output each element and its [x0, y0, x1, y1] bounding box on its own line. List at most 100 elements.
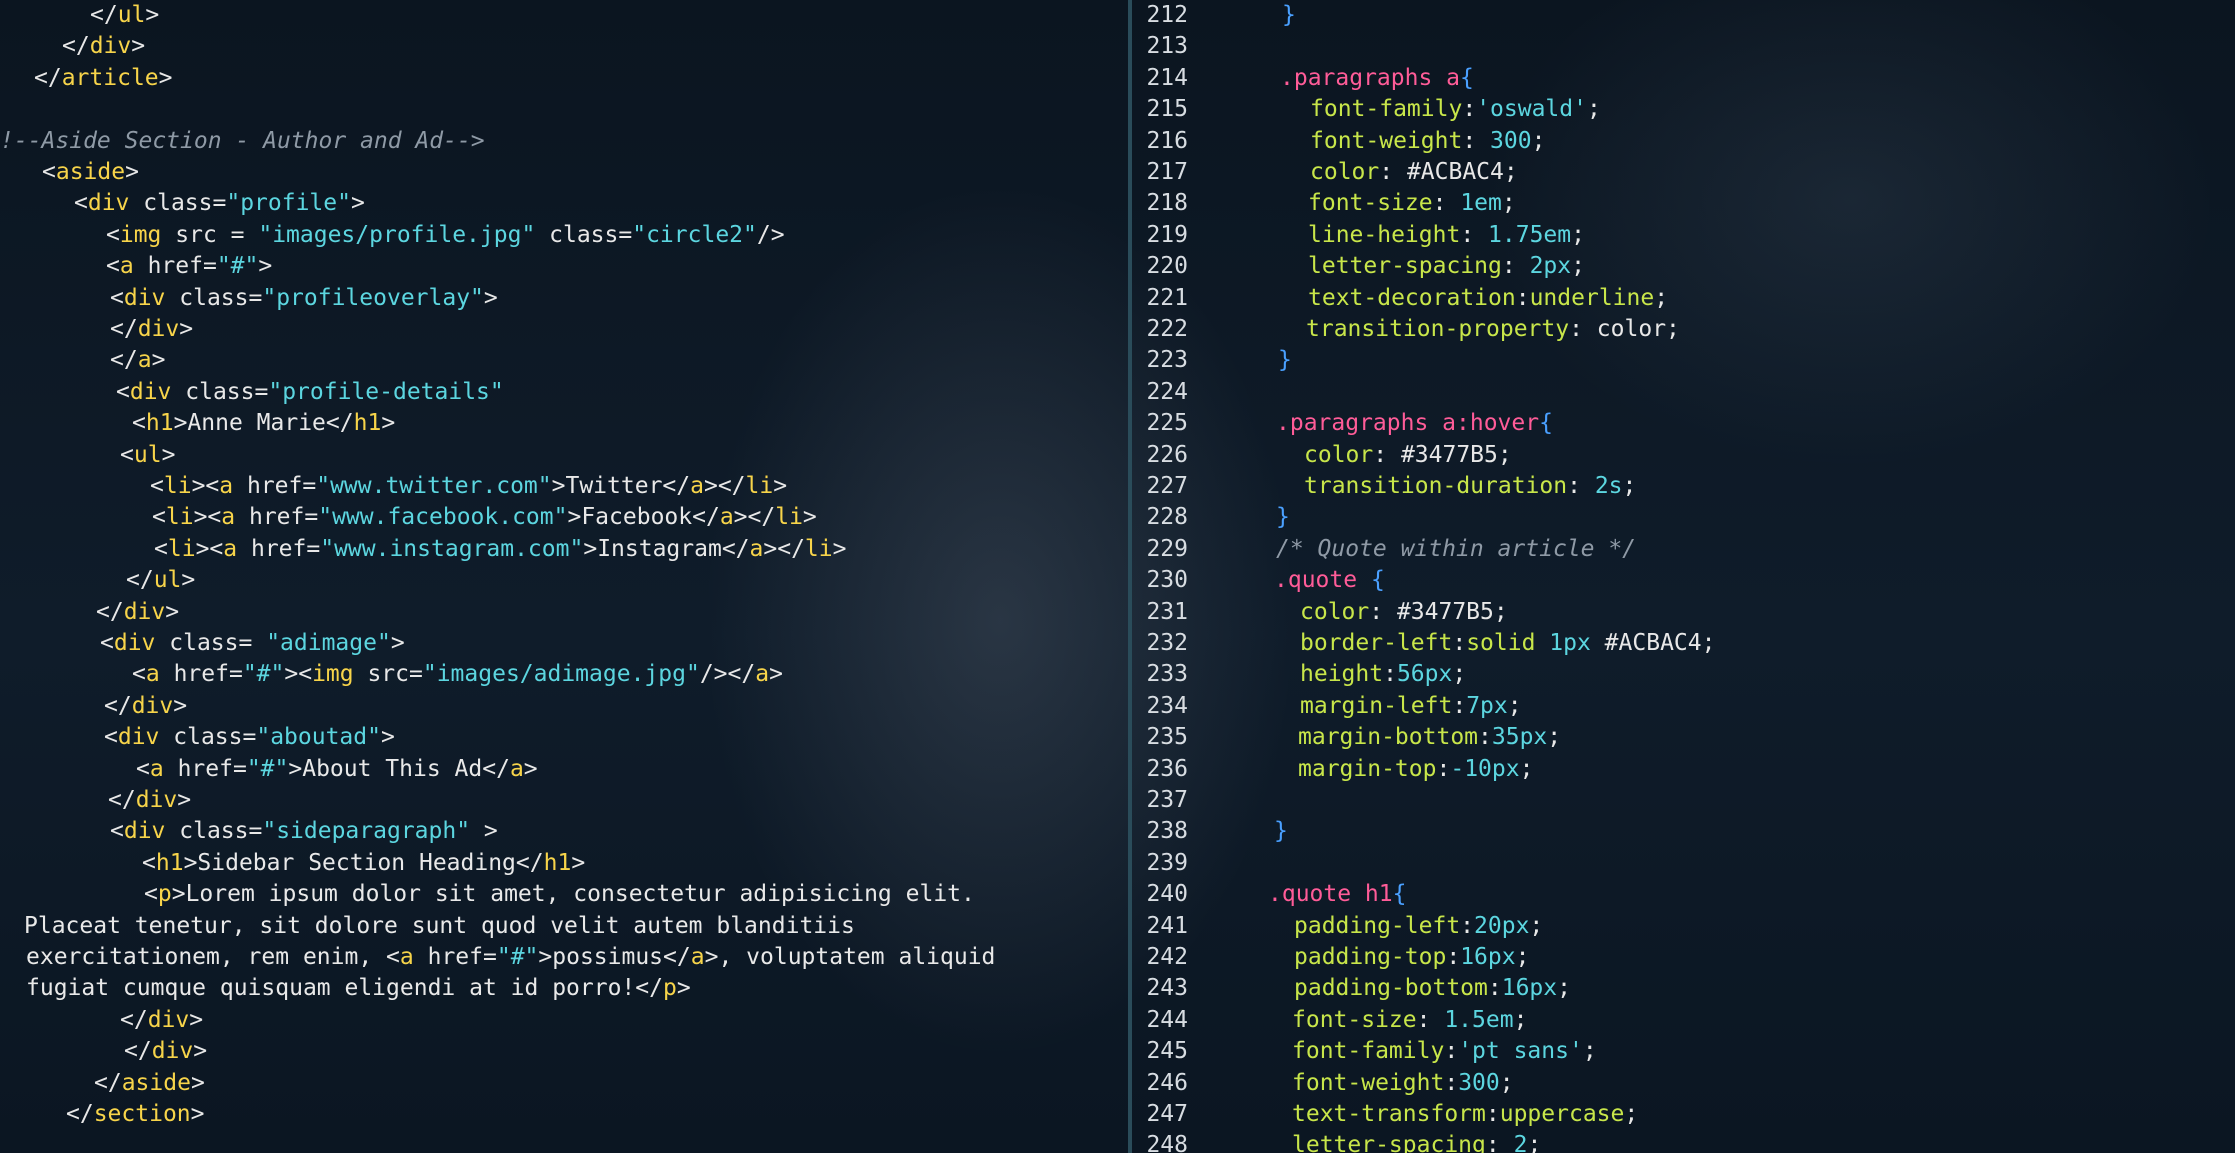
- code-line[interactable]: exercitationem, rem enim, <a href="#">po…: [0, 942, 1128, 973]
- token-tag: ><: [191, 473, 220, 499]
- code-line[interactable]: 222 transition-property: color;: [1132, 314, 2232, 345]
- code-line[interactable]: 243 padding-bottom:16px;: [1132, 973, 2232, 1004]
- code-line[interactable]: fugiat cumque quisquam eligendi at id po…: [0, 973, 1128, 1004]
- code-line[interactable]: <img src = "images/profile.jpg" class="c…: [0, 220, 1128, 251]
- html-editor-pane[interactable]: </ul> </div> </article> !--Aside Section - …: [0, 0, 1128, 1153]
- token-tag: >: [173, 692, 188, 719]
- code-line[interactable]: 233 height:56px;: [1132, 659, 2232, 690]
- line-number: 247: [1146, 1101, 1188, 1127]
- code-line[interactable]: <h1>Sidebar Section Heading</h1>: [0, 848, 1128, 879]
- token-attr: href=: [237, 535, 321, 562]
- code-line[interactable]: 221 text-decoration:underline;: [1132, 283, 2232, 314]
- code-text: }: [1278, 345, 1292, 376]
- code-line[interactable]: 212}: [1132, 0, 2232, 31]
- code-line[interactable]: 225 .paragraphs a:hover{: [1132, 408, 2232, 439]
- code-line[interactable]: <div class="profileoverlay">: [0, 283, 1128, 314]
- token-str: "#": [242, 661, 285, 688]
- code-line[interactable]: </div>: [0, 691, 1128, 722]
- code-line[interactable]: 220 letter-spacing: 2px;: [1132, 251, 2232, 282]
- code-line[interactable]: <a href="#"><img src="images/adimage.jpg…: [0, 659, 1128, 690]
- token-attr: src =: [161, 221, 259, 248]
- code-line[interactable]: </div>: [0, 1036, 1128, 1067]
- code-line[interactable]: 219 line-height: 1.75em;: [1132, 220, 2232, 251]
- code-line[interactable]: 228}: [1132, 502, 2232, 533]
- code-line[interactable]: 231 color: #3477B5;: [1132, 597, 2232, 628]
- code-line[interactable]: </ul>: [0, 565, 1128, 596]
- token-val: :: [1501, 253, 1530, 280]
- code-text: <div class="profile">: [74, 188, 365, 219]
- code-line[interactable]: 229 /* Quote within article */: [1132, 534, 2232, 565]
- line-number: 226: [1146, 441, 1188, 468]
- code-line[interactable]: Placeat tenetur, sit dolore sunt quod ve…: [0, 911, 1128, 942]
- line-number: 244: [1146, 1006, 1188, 1033]
- code-line[interactable]: 232 border-left:solid 1px #ACBAC4;: [1132, 628, 2232, 659]
- token-attr: src=: [353, 661, 423, 688]
- code-line[interactable]: </div>: [0, 597, 1128, 628]
- code-text: font-size: 1em;: [1308, 188, 1516, 219]
- code-line[interactable]: <a href="#">: [0, 251, 1128, 282]
- code-line[interactable]: <aside>: [0, 157, 1128, 188]
- code-line[interactable]: 244 font-size: 1.5em;: [1132, 1005, 2232, 1036]
- code-line[interactable]: <ul>: [0, 440, 1128, 471]
- css-editor-pane[interactable]: 212} 213 214 .paragraphs a{215 font-family:'…: [1132, 0, 2235, 1153]
- code-line[interactable]: 230 .quote {: [1132, 565, 2232, 596]
- token-str: "#": [216, 253, 259, 280]
- code-line[interactable]: 215 font-family:'oswald';: [1132, 94, 2232, 125]
- code-line[interactable]: </article>: [0, 63, 1128, 94]
- code-line[interactable]: <li><a href="www.facebook.com">Facebook<…: [0, 502, 1128, 533]
- code-line[interactable]: 234 margin-left:7px;: [1132, 691, 2232, 722]
- code-line[interactable]: </aside>: [0, 1068, 1128, 1099]
- token-el: a: [145, 661, 160, 688]
- code-line[interactable]: </div>: [0, 314, 1128, 345]
- code-line[interactable]: <p>Lorem ipsum dolor sit amet, consectet…: [0, 879, 1128, 910]
- code-line[interactable]: <a href="#">About This Ad</a>: [0, 754, 1128, 785]
- code-line[interactable]: </a>: [0, 345, 1128, 376]
- code-line[interactable]: 246 font-weight:300;: [1132, 1068, 2232, 1099]
- code-line[interactable]: !--Aside Section - Author and Ad-->: [0, 126, 1128, 157]
- code-line[interactable]: 248 letter-spacing: 2;: [1132, 1130, 2232, 1153]
- code-line[interactable]: </section>: [0, 1099, 1128, 1130]
- code-line[interactable]: 213: [1132, 31, 2232, 62]
- code-line[interactable]: </div>: [0, 1005, 1128, 1036]
- code-line[interactable]: 241 padding-left:20px;: [1132, 911, 2232, 942]
- code-line[interactable]: 239: [1132, 848, 2232, 879]
- code-line[interactable]: 237: [1132, 785, 2232, 816]
- code-line[interactable]: 214 .paragraphs a{: [1132, 63, 2232, 94]
- code-line[interactable]: 236 margin-top:-10px;: [1132, 754, 2232, 785]
- code-line[interactable]: 240 .quote h1{: [1132, 879, 2232, 910]
- code-line[interactable]: <div class="profile-details": [0, 377, 1128, 408]
- code-line[interactable]: 238}: [1132, 816, 2232, 847]
- code-line[interactable]: <div class="profile">: [0, 188, 1128, 219]
- code-line[interactable]: </div>: [0, 31, 1128, 62]
- code-line[interactable]: 247 text-transform:uppercase;: [1132, 1099, 2232, 1130]
- code-line[interactable]: <li><a href="www.instagram.com">Instagra…: [0, 534, 1128, 565]
- code-line[interactable]: 245 font-family:'pt sans';: [1132, 1036, 2232, 1067]
- code-line[interactable]: <h1>Anne Marie</h1>: [0, 408, 1128, 439]
- token-val: :: [1383, 661, 1397, 688]
- code-line[interactable]: 217 color: #ACBAC4;: [1132, 157, 2232, 188]
- token-tag: </: [96, 598, 124, 625]
- line-number: 219: [1146, 221, 1188, 248]
- code-line[interactable]: </div>: [0, 785, 1128, 816]
- code-line[interactable]: <li><a href="www.twitter.com">Twitter</a…: [0, 471, 1128, 502]
- token-num: 1.75em: [1488, 221, 1572, 248]
- code-text: text-decoration:underline;: [1308, 283, 1668, 314]
- code-line[interactable]: [0, 94, 1128, 125]
- code-line[interactable]: 227 transition-duration: 2s;: [1132, 471, 2232, 502]
- code-line[interactable]: 218 font-size: 1em;: [1132, 188, 2232, 219]
- code-line[interactable]: 242 padding-top:16px;: [1132, 942, 2232, 973]
- token-val: :: [1485, 1132, 1514, 1153]
- code-line[interactable]: </ul>: [0, 0, 1128, 31]
- code-line[interactable]: 226 color: #3477B5;: [1132, 440, 2232, 471]
- token-str: "www.facebook.com": [318, 504, 568, 531]
- code-line[interactable]: 223}: [1132, 345, 2232, 376]
- code-line[interactable]: 235 margin-bottom:35px;: [1132, 722, 2232, 753]
- code-line[interactable]: <div class= "adimage">: [0, 628, 1128, 659]
- code-line[interactable]: <div class="aboutad">: [0, 722, 1128, 753]
- code-line[interactable]: 224: [1132, 377, 2232, 408]
- token-val: :: [1487, 975, 1502, 1002]
- code-line[interactable]: <div class="sideparagraph" >: [0, 816, 1128, 847]
- token-prop: font-size: [1308, 190, 1433, 217]
- code-line[interactable]: 216 font-weight: 300;: [1132, 126, 2232, 157]
- line-number: 220: [1146, 253, 1188, 280]
